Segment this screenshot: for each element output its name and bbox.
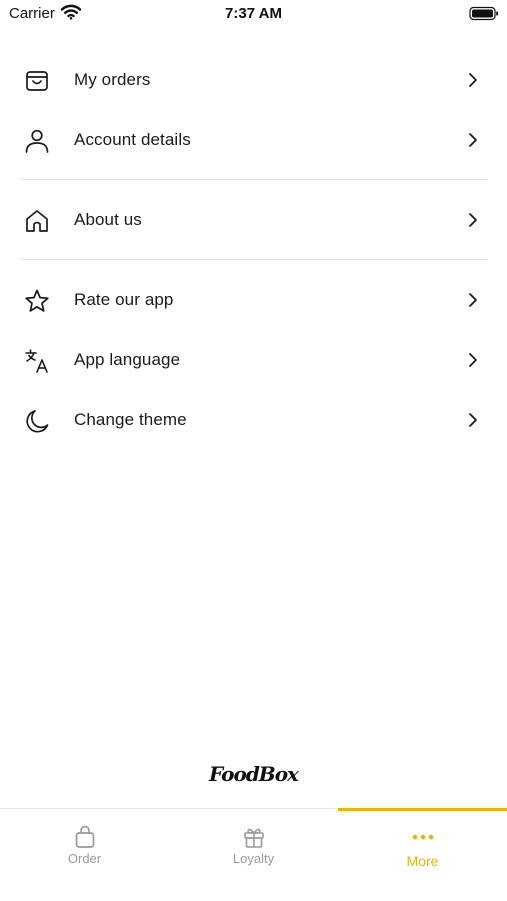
menu-item-app-language[interactable]: App language (0, 332, 507, 388)
person-icon (24, 128, 50, 154)
chevron-right-icon (466, 292, 480, 308)
chevron-right-icon (466, 352, 480, 368)
divider (20, 179, 488, 180)
tab-bar: Order Loyalty More (0, 808, 507, 901)
menu-item-label: About us (74, 210, 142, 229)
tab-order[interactable]: Order (0, 809, 169, 901)
more-dots-icon (338, 825, 507, 849)
menu-item-account-details[interactable]: Account details (0, 112, 507, 168)
menu-item-about-us[interactable]: About us (0, 192, 507, 248)
tab-label: Loyalty (232, 851, 275, 866)
bag-icon (0, 825, 169, 849)
clock-time: 7:37 AM (225, 5, 282, 22)
home-icon (24, 208, 50, 234)
battery-icon (469, 6, 499, 26)
shopping-bag-icon (24, 68, 50, 94)
tab-label: Order (67, 851, 102, 866)
menu-item-label: Account details (74, 130, 191, 149)
translate-icon (24, 348, 50, 374)
menu-item-label: Rate our app (74, 290, 174, 309)
star-icon (24, 288, 50, 314)
foodbox-logo: FoodBox (209, 762, 299, 786)
moon-icon (24, 408, 50, 434)
tab-loyalty[interactable]: Loyalty (169, 809, 338, 901)
chevron-right-icon (466, 72, 480, 88)
menu-item-change-theme[interactable]: Change theme (0, 392, 507, 448)
tab-more[interactable]: More (338, 809, 507, 901)
menu-item-rate-our-app[interactable]: Rate our app (0, 272, 507, 328)
menu-item-label: App language (74, 350, 181, 369)
chevron-right-icon (466, 412, 480, 428)
menu-item-my-orders[interactable]: My orders (0, 52, 507, 108)
tab-label: More (406, 853, 439, 869)
divider (20, 259, 488, 260)
menu-item-label: My orders (74, 70, 151, 89)
menu-item-label: Change theme (74, 410, 187, 429)
gift-icon (169, 825, 338, 849)
chevron-right-icon (466, 212, 480, 228)
status-bar: Carrier 7:37 AM (0, 0, 507, 28)
chevron-right-icon (466, 132, 480, 148)
